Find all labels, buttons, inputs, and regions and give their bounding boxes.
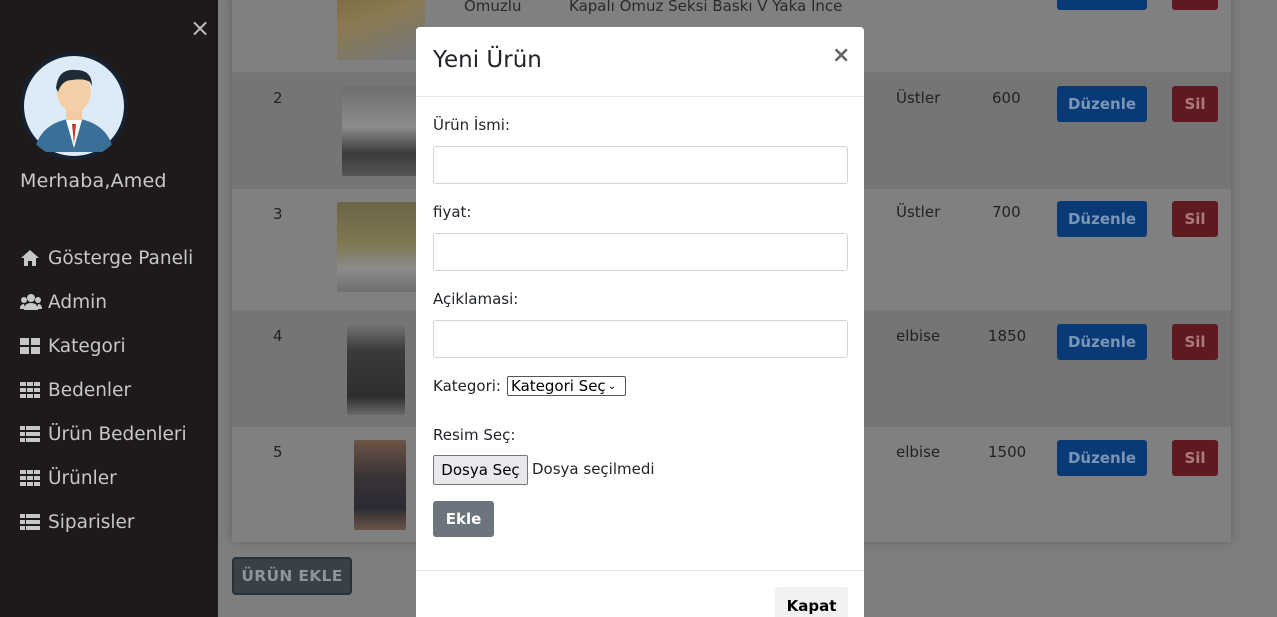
- sidebar-item-label: Gösterge Paneli: [48, 247, 194, 269]
- sidebar-item-admin[interactable]: Admin: [20, 280, 193, 324]
- category-selected-value: Kategori Seç: [511, 377, 606, 395]
- edit-button[interactable]: Düzenle: [1057, 86, 1147, 122]
- image-label: Resim Seç:: [433, 426, 516, 444]
- new-product-modal: Yeni Ürün × Ürün İsmi: fiyat: Açiklamasi…: [416, 27, 864, 617]
- product-description: Kapalı Omuz Seksi Baskı V Yaka İnce: [569, 0, 843, 15]
- chevron-down-icon: ⌄: [607, 380, 617, 392]
- row-id: 3: [273, 205, 283, 223]
- sidebar-item-label: Ürün Bedenleri: [48, 423, 187, 445]
- sidebar-item-dashboard[interactable]: Gösterge Paneli: [20, 236, 193, 280]
- file-choose-button[interactable]: Dosya Seç: [433, 455, 528, 485]
- close-button[interactable]: Kapat: [775, 587, 848, 617]
- description-input[interactable]: [433, 320, 848, 358]
- product-image: [337, 202, 417, 292]
- modal-footer: Kapat: [416, 570, 864, 617]
- file-status-text: Dosya seçilmedi: [532, 460, 655, 478]
- grid-large-icon: [20, 337, 44, 355]
- sidebar-item-label: Bedenler: [48, 379, 132, 401]
- price-label: fiyat:: [433, 203, 472, 221]
- category-select[interactable]: Kategori Seç ⌄: [507, 376, 626, 396]
- edit-button[interactable]: Düzenle: [1057, 440, 1147, 476]
- row-price: 1500: [988, 443, 1027, 461]
- users-icon: [20, 293, 44, 311]
- description-label: Açiklamasi:: [433, 290, 519, 308]
- modal-header: Yeni Ürün ×: [416, 27, 864, 97]
- submit-button[interactable]: Ekle: [433, 501, 494, 537]
- row-category: elbise: [896, 443, 941, 461]
- product-image: [347, 323, 405, 415]
- sidebar-item-siparisler[interactable]: Siparisler: [20, 500, 193, 544]
- sidebar: × Merhaba,Amed Gösterge Paneli Admin Kat…: [0, 0, 218, 617]
- delete-button[interactable]: Sil: [1172, 324, 1218, 360]
- sidebar-item-bedenler[interactable]: Bedenler: [20, 368, 193, 412]
- row-price: 1850: [988, 327, 1027, 345]
- list-icon: [20, 513, 44, 531]
- row-id: 2: [273, 89, 283, 107]
- modal-title: Yeni Ürün: [433, 47, 542, 73]
- sidebar-item-urun-bedenleri[interactable]: Ürün Bedenleri: [20, 412, 193, 456]
- row-id: 5: [273, 443, 283, 461]
- product-image: [354, 440, 406, 530]
- category-label: Kategori:: [433, 377, 501, 395]
- avatar: [20, 52, 128, 160]
- sidebar-item-label: Ürünler: [48, 467, 117, 489]
- greeting-text: Merhaba,Amed: [20, 170, 167, 192]
- delete-button[interactable]: Sil: [1172, 440, 1218, 476]
- grid-icon: [20, 381, 44, 399]
- delete-button[interactable]: Sil: [1172, 201, 1218, 237]
- sidebar-menu: Gösterge Paneli Admin Kategori Bedenler …: [20, 236, 193, 544]
- sidebar-item-label: Siparisler: [48, 511, 135, 533]
- sidebar-item-kategori[interactable]: Kategori: [20, 324, 193, 368]
- row-price: 700: [992, 203, 1021, 221]
- product-name: Omuzlu: [464, 0, 522, 15]
- row-category: Üstler: [896, 203, 941, 221]
- product-image: [337, 0, 425, 60]
- sidebar-item-label: Kategori: [48, 335, 126, 357]
- delete-button[interactable]: Sil: [1172, 86, 1218, 122]
- list-icon: [20, 425, 44, 443]
- product-image: [342, 86, 417, 176]
- row-id: 4: [273, 327, 283, 345]
- row-category: elbise: [896, 327, 941, 345]
- grid-icon: [20, 469, 44, 487]
- add-product-button[interactable]: ÜRÜN EKLE: [232, 557, 352, 595]
- product-name-label: Ürün İsmi:: [433, 116, 510, 134]
- row-category: Üstler: [896, 89, 941, 107]
- edit-button[interactable]: Düzenle: [1057, 201, 1147, 237]
- close-icon[interactable]: ×: [832, 43, 850, 68]
- sidebar-item-label: Admin: [48, 291, 107, 313]
- edit-button[interactable]: [1057, 0, 1147, 10]
- delete-button[interactable]: [1172, 0, 1218, 10]
- product-name-input[interactable]: [433, 146, 848, 184]
- sidebar-item-urunler[interactable]: Ürünler: [20, 456, 193, 500]
- close-icon[interactable]: ×: [188, 14, 212, 42]
- row-price: 600: [992, 89, 1021, 107]
- price-input[interactable]: [433, 233, 848, 271]
- edit-button[interactable]: Düzenle: [1057, 324, 1147, 360]
- home-icon: [20, 249, 44, 267]
